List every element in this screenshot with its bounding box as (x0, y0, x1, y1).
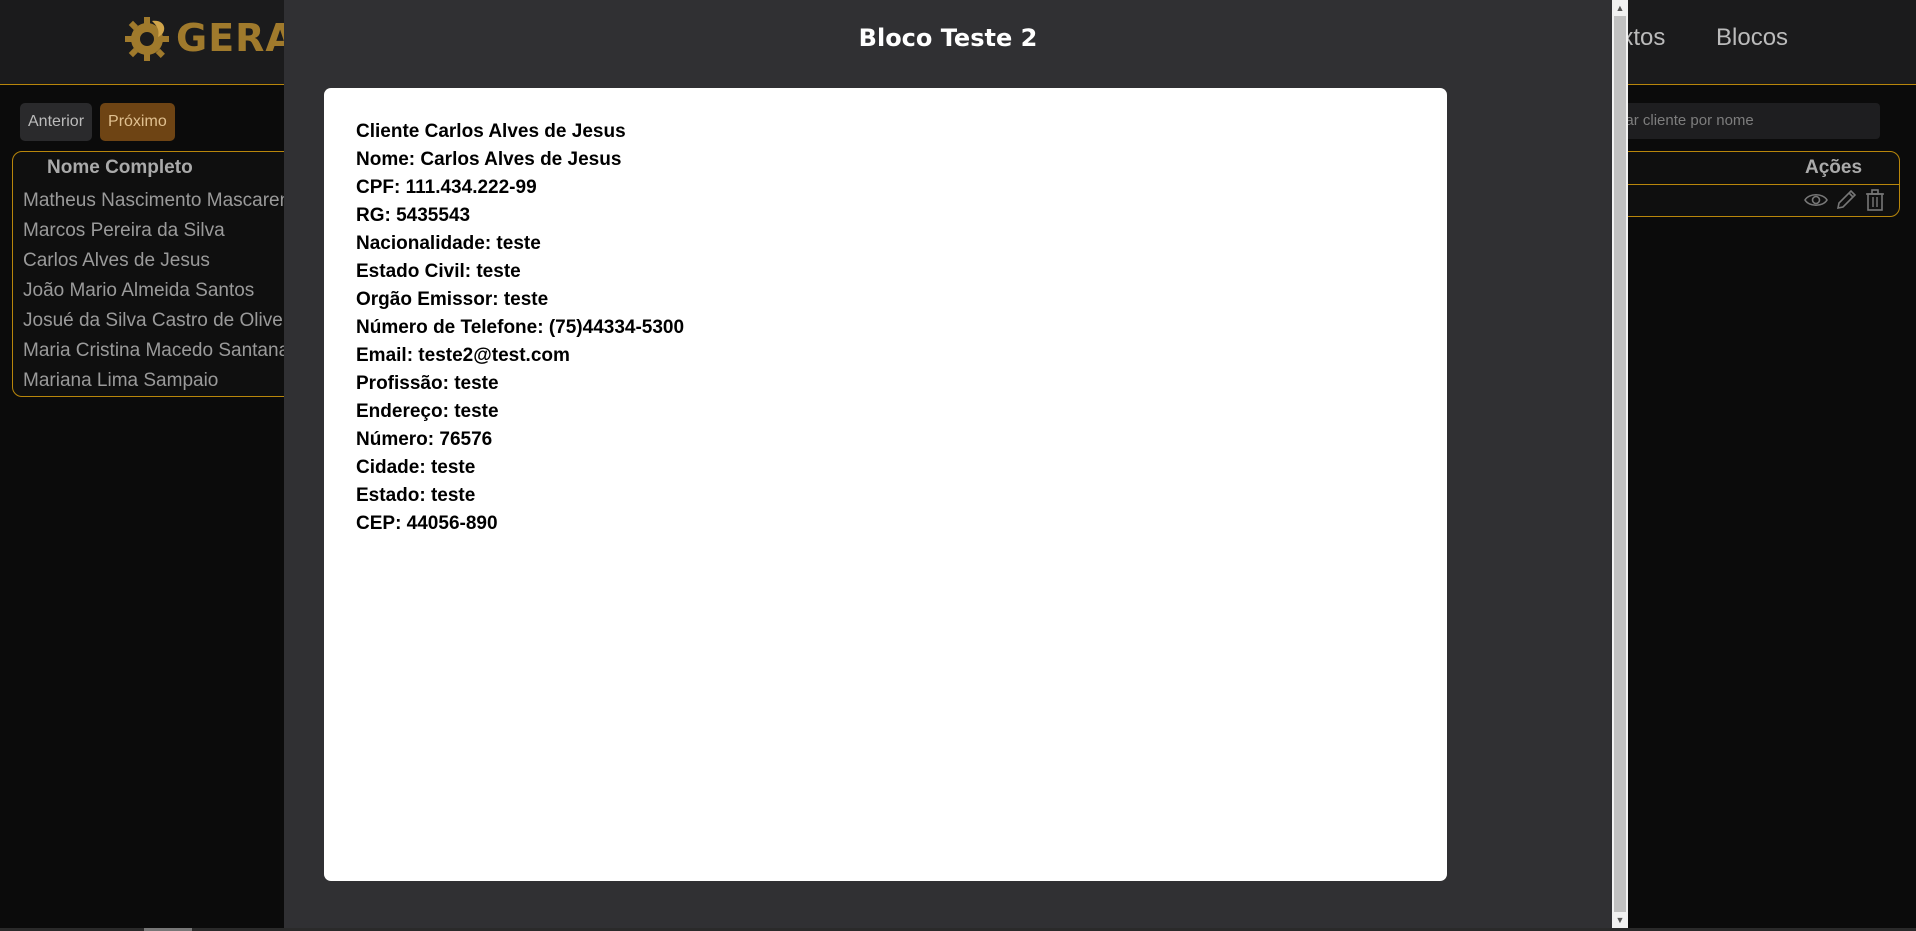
detail-line: Nome: Carlos Alves de Jesus (356, 149, 622, 170)
detail-line: Cidade: teste (356, 457, 476, 478)
eye-icon[interactable] (1804, 189, 1828, 211)
actions-table: Ações (1600, 151, 1900, 217)
client-details-list: Cliente Carlos Alves de Jesus Nome: Carl… (356, 120, 684, 540)
modal-title: Bloco Teste 2 (858, 24, 1038, 52)
detail-line: Número: 76576 (356, 429, 493, 450)
detail-line: Profissão: teste (356, 373, 499, 394)
table-row[interactable]: Carlos Alves de Jesus (23, 248, 297, 278)
column-header-name: Nome Completo (47, 157, 193, 178)
nav-link-blocos[interactable]: Blocos (1716, 24, 1788, 52)
pencil-icon[interactable] (1834, 189, 1858, 211)
detail-line: Email: teste2@test.com (356, 345, 570, 366)
scroll-up-arrow-icon[interactable]: ▲ (1612, 0, 1628, 16)
trash-icon[interactable] (1863, 189, 1887, 211)
column-header-actions: Ações (1805, 157, 1863, 178)
table-row[interactable]: João Mario Almeida Santos (23, 278, 297, 308)
scrollbar-thumb[interactable] (1614, 16, 1626, 912)
detail-line: Endereço: teste (356, 401, 499, 422)
detail-line: Orgão Emissor: teste (356, 289, 549, 310)
clients-table: Nome Completo Matheus Nascimento Mascare… (12, 151, 298, 397)
detail-line: Número de Telefone: (75)44334-5300 (356, 317, 685, 338)
detail-line: Estado: teste (356, 485, 476, 506)
table-row[interactable]: Marcos Pereira da Silva (23, 218, 297, 248)
next-button[interactable]: Próximo (100, 103, 175, 141)
pagination: Anterior Próximo (20, 103, 175, 141)
gear-logo-icon (125, 17, 169, 61)
modal-document: Cliente Carlos Alves de Jesus Nome: Carl… (324, 88, 1447, 881)
table-row[interactable]: Josué da Silva Castro de Oliveira (23, 308, 297, 338)
table-row[interactable]: Maria Cristina Macedo Santana (23, 338, 297, 368)
block-preview-modal: Bloco Teste 2 Cliente Carlos Alves de Je… (284, 0, 1612, 928)
vertical-scrollbar[interactable]: ▲ ▼ (1612, 0, 1628, 928)
detail-line: RG: 5435543 (356, 205, 471, 226)
detail-line: CEP: 44056-890 (356, 513, 498, 534)
detail-line: Estado Civil: teste (356, 261, 521, 282)
previous-button[interactable]: Anterior (20, 103, 93, 141)
detail-line: Cliente Carlos Alves de Jesus (356, 121, 626, 142)
clients-list: Matheus Nascimento Mascarenhas Marcos Pe… (23, 188, 297, 396)
detail-line: Nacionalidade: teste (356, 233, 541, 254)
table-row[interactable]: Mariana Lima Sampaio (23, 368, 297, 396)
search-input[interactable]: Pesquisar cliente por nome (1600, 103, 1880, 139)
table-row[interactable]: Matheus Nascimento Mascarenhas (23, 188, 297, 218)
detail-line: CPF: 111.434.222-99 (356, 177, 537, 198)
scroll-down-arrow-icon[interactable]: ▼ (1612, 912, 1628, 928)
table-row (1601, 184, 1899, 215)
